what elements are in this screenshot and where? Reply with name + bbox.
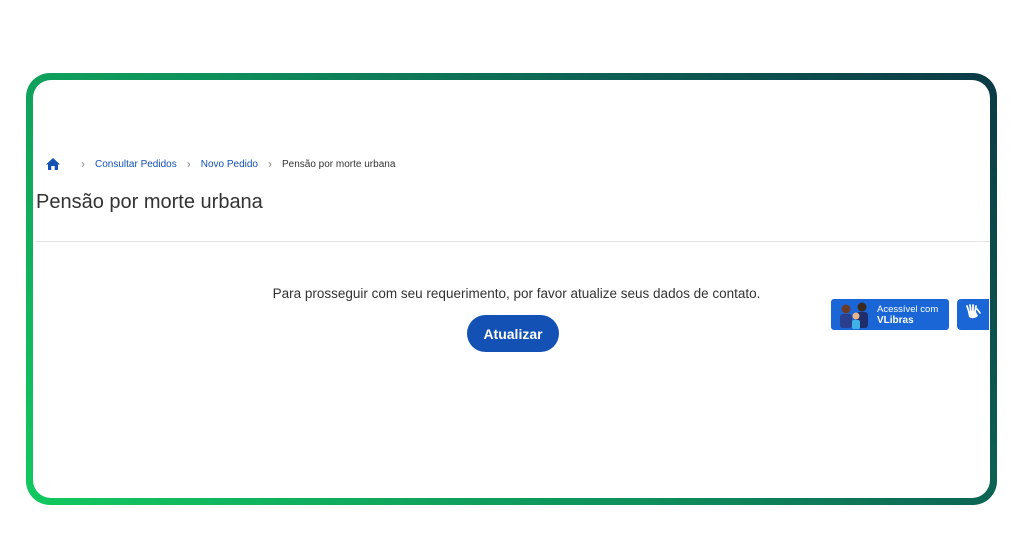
sign-language-hands-icon [963, 303, 983, 326]
page-title: Pensão por morte urbana [36, 191, 263, 213]
atualizar-button[interactable]: Atualizar [467, 315, 559, 352]
breadcrumb: › Consultar Pedidos › Novo Pedido › Pens… [45, 156, 395, 172]
vlibras-text: Acessível com VLibras [877, 304, 938, 326]
vlibras-line1: Acessível com [877, 303, 939, 315]
breadcrumb-consultar-pedidos[interactable]: Consultar Pedidos [95, 159, 177, 170]
vlibras-badge[interactable]: Acessível com VLibras [831, 299, 949, 330]
home-icon[interactable] [45, 157, 61, 171]
device-frame: › Consultar Pedidos › Novo Pedido › Pens… [26, 73, 997, 505]
page-screen: › Consultar Pedidos › Novo Pedido › Pens… [33, 80, 990, 498]
divider [36, 241, 990, 242]
chevron-right-icon: › [81, 157, 85, 171]
chevron-right-icon: › [186, 157, 191, 171]
vlibras-toggle-button[interactable] [957, 299, 989, 330]
vlibras-line2: VLibras [877, 314, 914, 326]
vlibras-avatars-icon [835, 299, 875, 330]
breadcrumb-novo-pedido[interactable]: Novo Pedido [201, 159, 258, 170]
breadcrumb-current: Pensão por morte urbana [281, 158, 396, 170]
chevron-right-icon: › [267, 157, 272, 171]
